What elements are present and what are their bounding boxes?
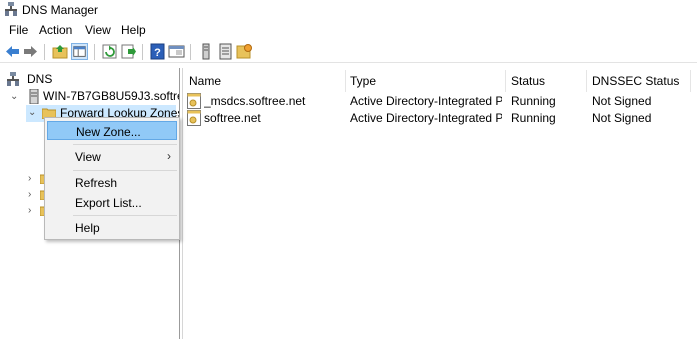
refresh-icon[interactable] [101, 43, 118, 60]
list-icon[interactable] [217, 43, 234, 60]
back-icon[interactable] [4, 43, 21, 60]
menu-separator [73, 215, 177, 216]
menu-item-refresh[interactable]: Refresh [47, 173, 177, 192]
table-row[interactable]: _msdcs.softree.net Active Directory-Inte… [183, 93, 697, 110]
toolbar-separator [44, 44, 45, 60]
help-icon[interactable]: ? [149, 43, 166, 60]
results-list-pane[interactable]: Name Type Status DNSSEC Status _msdcs.so… [182, 68, 697, 339]
column-header-name[interactable]: Name [189, 74, 221, 88]
menu-file[interactable]: File [9, 23, 28, 37]
zone-status: Running [511, 111, 556, 125]
show-hide-tree-icon[interactable] [71, 43, 88, 60]
menu-item-help[interactable]: Help [47, 218, 177, 237]
menu-item-label: Help [75, 221, 100, 235]
title-bar: DNS Manager [0, 0, 697, 20]
tree-label-dns: DNS [27, 72, 53, 86]
menu-item-label: View [75, 150, 101, 164]
console-icon[interactable] [168, 43, 185, 60]
svg-text:?: ? [154, 47, 161, 59]
submenu-arrow-icon: › [167, 149, 171, 163]
zone-icon[interactable] [236, 43, 253, 60]
column-header-type[interactable]: Type [350, 74, 376, 88]
toolbar-separator [142, 44, 143, 60]
column-divider[interactable] [345, 70, 346, 92]
zone-status: Running [511, 94, 556, 108]
column-divider[interactable] [690, 70, 691, 92]
menu-item-view[interactable]: View › [47, 147, 177, 166]
zone-name: softree.net [204, 111, 261, 125]
menu-action[interactable]: Action [39, 23, 72, 37]
chevron-right-icon[interactable]: › [28, 190, 38, 200]
chevron-down-icon[interactable]: ⌄ [10, 92, 20, 102]
toolbar: ? [0, 40, 697, 63]
tree-label-server: WIN-7B7GB8U59J3.softree.net [43, 89, 179, 103]
menu-item-label: Refresh [75, 176, 118, 190]
up-folder-icon[interactable] [52, 43, 69, 60]
window-title: DNS Manager [22, 3, 99, 17]
dns-app-icon [5, 2, 17, 16]
column-divider[interactable] [586, 70, 587, 92]
menu-help[interactable]: Help [121, 23, 146, 37]
export-icon[interactable] [120, 43, 137, 60]
zone-file-icon [187, 110, 201, 126]
context-menu: New Zone... View › Refresh Export List..… [44, 117, 180, 240]
zone-dnssec-status: Not Signed [592, 94, 652, 108]
menu-item-label: Export List... [75, 196, 142, 210]
column-header-dnssec-status[interactable]: DNSSEC Status [592, 74, 679, 88]
forward-icon[interactable] [22, 43, 39, 60]
server-icon [29, 89, 39, 104]
column-header-status[interactable]: Status [511, 74, 545, 88]
chevron-down-icon[interactable]: ⌄ [28, 108, 38, 118]
column-divider[interactable] [505, 70, 506, 92]
chevron-right-icon[interactable]: › [28, 206, 38, 216]
chevron-right-icon[interactable]: › [28, 174, 38, 184]
menu-separator [73, 170, 177, 171]
table-row[interactable]: softree.net Active Directory-Integrated … [183, 110, 697, 127]
menu-separator [73, 144, 177, 145]
zone-name: _msdcs.softree.net [204, 94, 306, 108]
zone-type: Active Directory-Integrated Pr... [350, 111, 502, 125]
menu-bar: File Action View Help [0, 20, 697, 39]
menu-view[interactable]: View [85, 23, 111, 37]
tree-item-server[interactable]: ⌄ WIN-7B7GB8U59J3.softree.net [10, 89, 179, 105]
menu-item-new-zone[interactable]: New Zone... [47, 121, 177, 140]
toolbar-separator [94, 44, 95, 60]
toolbar-separator [190, 44, 191, 60]
dns-icon [7, 72, 19, 86]
zone-file-icon [187, 93, 201, 109]
menu-item-export-list[interactable]: Export List... [47, 193, 177, 212]
zone-type: Active Directory-Integrated Pr... [350, 94, 502, 108]
server-icon[interactable] [198, 43, 215, 60]
menu-item-label: New Zone... [76, 125, 141, 139]
zone-dnssec-status: Not Signed [592, 111, 652, 125]
